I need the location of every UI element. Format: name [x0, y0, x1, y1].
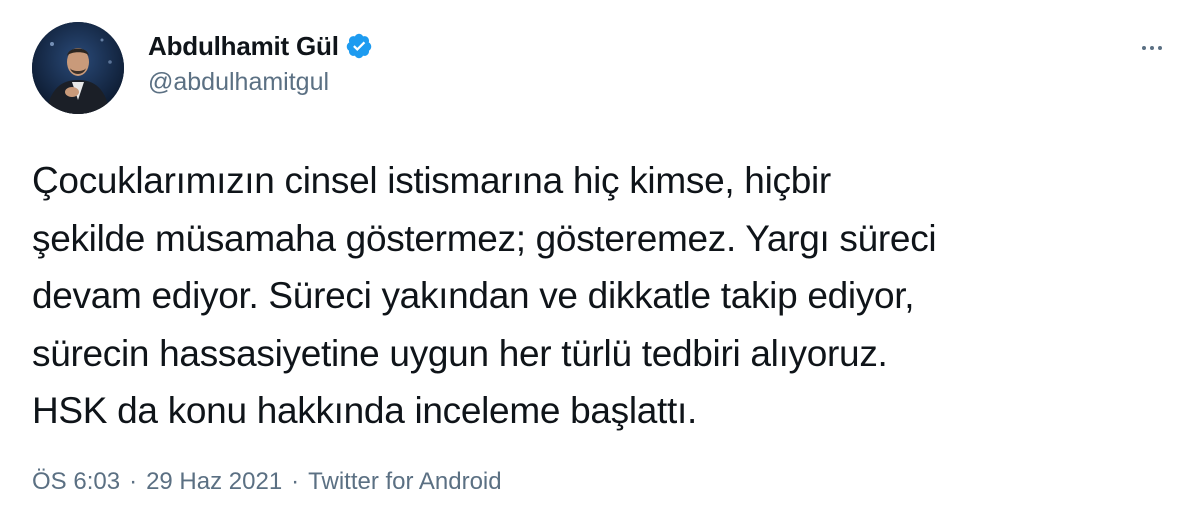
avatar[interactable]	[32, 22, 124, 114]
more-options-icon[interactable]	[1134, 36, 1170, 60]
profile-photo	[32, 22, 124, 114]
tweet-text-line: Çocuklarımızın cinsel istismarına hiç ki…	[32, 160, 831, 201]
tweet-text: Çocuklarımızın cinsel istismarına hiç ki…	[32, 152, 1172, 440]
separator: ·	[129, 468, 138, 495]
verified-badge-icon	[346, 33, 371, 59]
dot	[1142, 46, 1146, 50]
tweet-text-line: devam ediyor. Süreci yakından ve dikkatl…	[32, 275, 915, 316]
separator: ·	[291, 468, 300, 495]
tweet-card: Abdulhamit Gül @abdulhamitgul Çocuklarım…	[0, 0, 1200, 517]
tweet-text-line: HSK da konu hakkında inceleme başlattı.	[32, 390, 697, 431]
tweet-text-line: sürecin hassasiyetine uygun her türlü te…	[32, 332, 888, 374]
tweet-source[interactable]: Twitter for Android	[308, 468, 501, 496]
dot	[1150, 46, 1154, 50]
tweet-time[interactable]: ÖS 6:03	[32, 468, 120, 496]
tweet-date[interactable]: 29 Haz 2021	[146, 468, 282, 496]
dot	[1158, 46, 1162, 50]
tweet-metadata: ÖS 6:03 · 29 Haz 2021 · Twitter for Andr…	[32, 468, 502, 496]
author-display-name[interactable]: Abdulhamit Gül	[148, 31, 339, 62]
author-name-row: Abdulhamit Gül	[148, 28, 373, 64]
author-handle[interactable]: @abdulhamitgul	[148, 68, 329, 97]
tweet-text-line: şekilde müsamaha göstermez; gösteremez. …	[32, 217, 937, 259]
